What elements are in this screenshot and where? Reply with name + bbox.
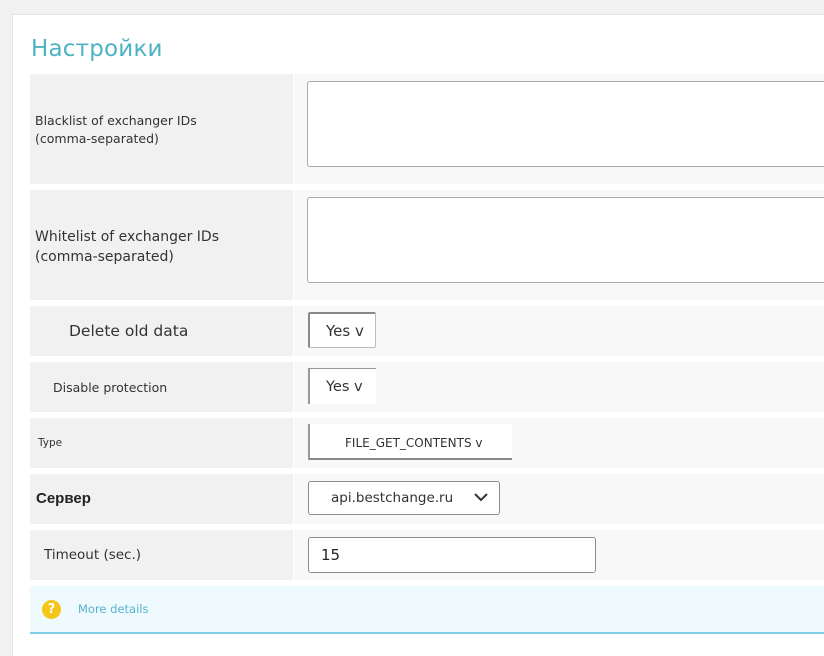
disable-protection-value-cell: Yes v [294, 362, 824, 412]
timeout-label-cell: Timeout (sec.) [30, 530, 293, 580]
timeout-input[interactable]: 15 [308, 537, 596, 573]
timeout-label: Timeout (sec.) [44, 547, 142, 563]
question-circle-icon: ? [42, 600, 61, 619]
whitelist-label-cell: Whitelist of exchanger IDs (comma-separa… [30, 190, 293, 300]
type-label-cell: Type [30, 418, 293, 468]
whitelist-row: Whitelist of exchanger IDs (comma-separa… [30, 190, 824, 300]
type-select-value: FILE_GET_CONTENTS v [345, 436, 483, 450]
server-value-cell: api.bestchange.ru [294, 474, 824, 524]
help-note: ? More details [30, 586, 824, 634]
delete-old-data-value-cell: Yes v [294, 306, 824, 356]
type-value-cell: FILE_GET_CONTENTS v [294, 418, 824, 468]
more-details-link[interactable]: More details [78, 602, 148, 616]
disable-protection-select-value: Yes v [326, 379, 363, 395]
whitelist-value-cell [294, 190, 824, 300]
delete-old-data-label-cell: Delete old data [30, 306, 293, 356]
disable-protection-label: Disable protection [53, 380, 168, 395]
server-select[interactable]: api.bestchange.ru [308, 481, 500, 515]
delete-old-data-row: Delete old data Yes v [30, 306, 824, 356]
type-row: Type FILE_GET_CONTENTS v [30, 418, 824, 468]
timeout-value-cell: 15 [294, 530, 824, 580]
blacklist-row: Blacklist of exchanger IDs (comma-separa… [30, 74, 824, 184]
disable-protection-label-cell: Disable protection [30, 362, 293, 412]
chevron-down-icon [474, 493, 488, 502]
whitelist-label: Whitelist of exchanger IDs (comma-separa… [35, 229, 220, 265]
server-label: Сервер [36, 490, 91, 507]
timeout-row: Timeout (sec.) 15 [30, 530, 824, 580]
server-row: Сервер api.bestchange.ru [30, 474, 824, 524]
blacklist-label: Blacklist of exchanger IDs (comma-separa… [35, 113, 197, 146]
disable-protection-row: Disable protection Yes v [30, 362, 824, 412]
type-select[interactable]: FILE_GET_CONTENTS v [308, 424, 512, 460]
type-label: Type [38, 437, 63, 449]
server-label-cell: Сервер [30, 474, 293, 524]
whitelist-textarea[interactable] [307, 197, 824, 283]
blacklist-value-cell [294, 74, 824, 184]
page-title: Настройки [31, 36, 163, 62]
delete-old-data-select-value: Yes v [326, 322, 364, 340]
blacklist-textarea[interactable] [307, 81, 824, 167]
blacklist-label-cell: Blacklist of exchanger IDs (comma-separa… [30, 74, 293, 184]
server-select-value: api.bestchange.ru [331, 490, 454, 506]
delete-old-data-select[interactable]: Yes v [308, 312, 376, 348]
disable-protection-select[interactable]: Yes v [308, 368, 376, 404]
delete-old-data-label: Delete old data [69, 322, 189, 340]
